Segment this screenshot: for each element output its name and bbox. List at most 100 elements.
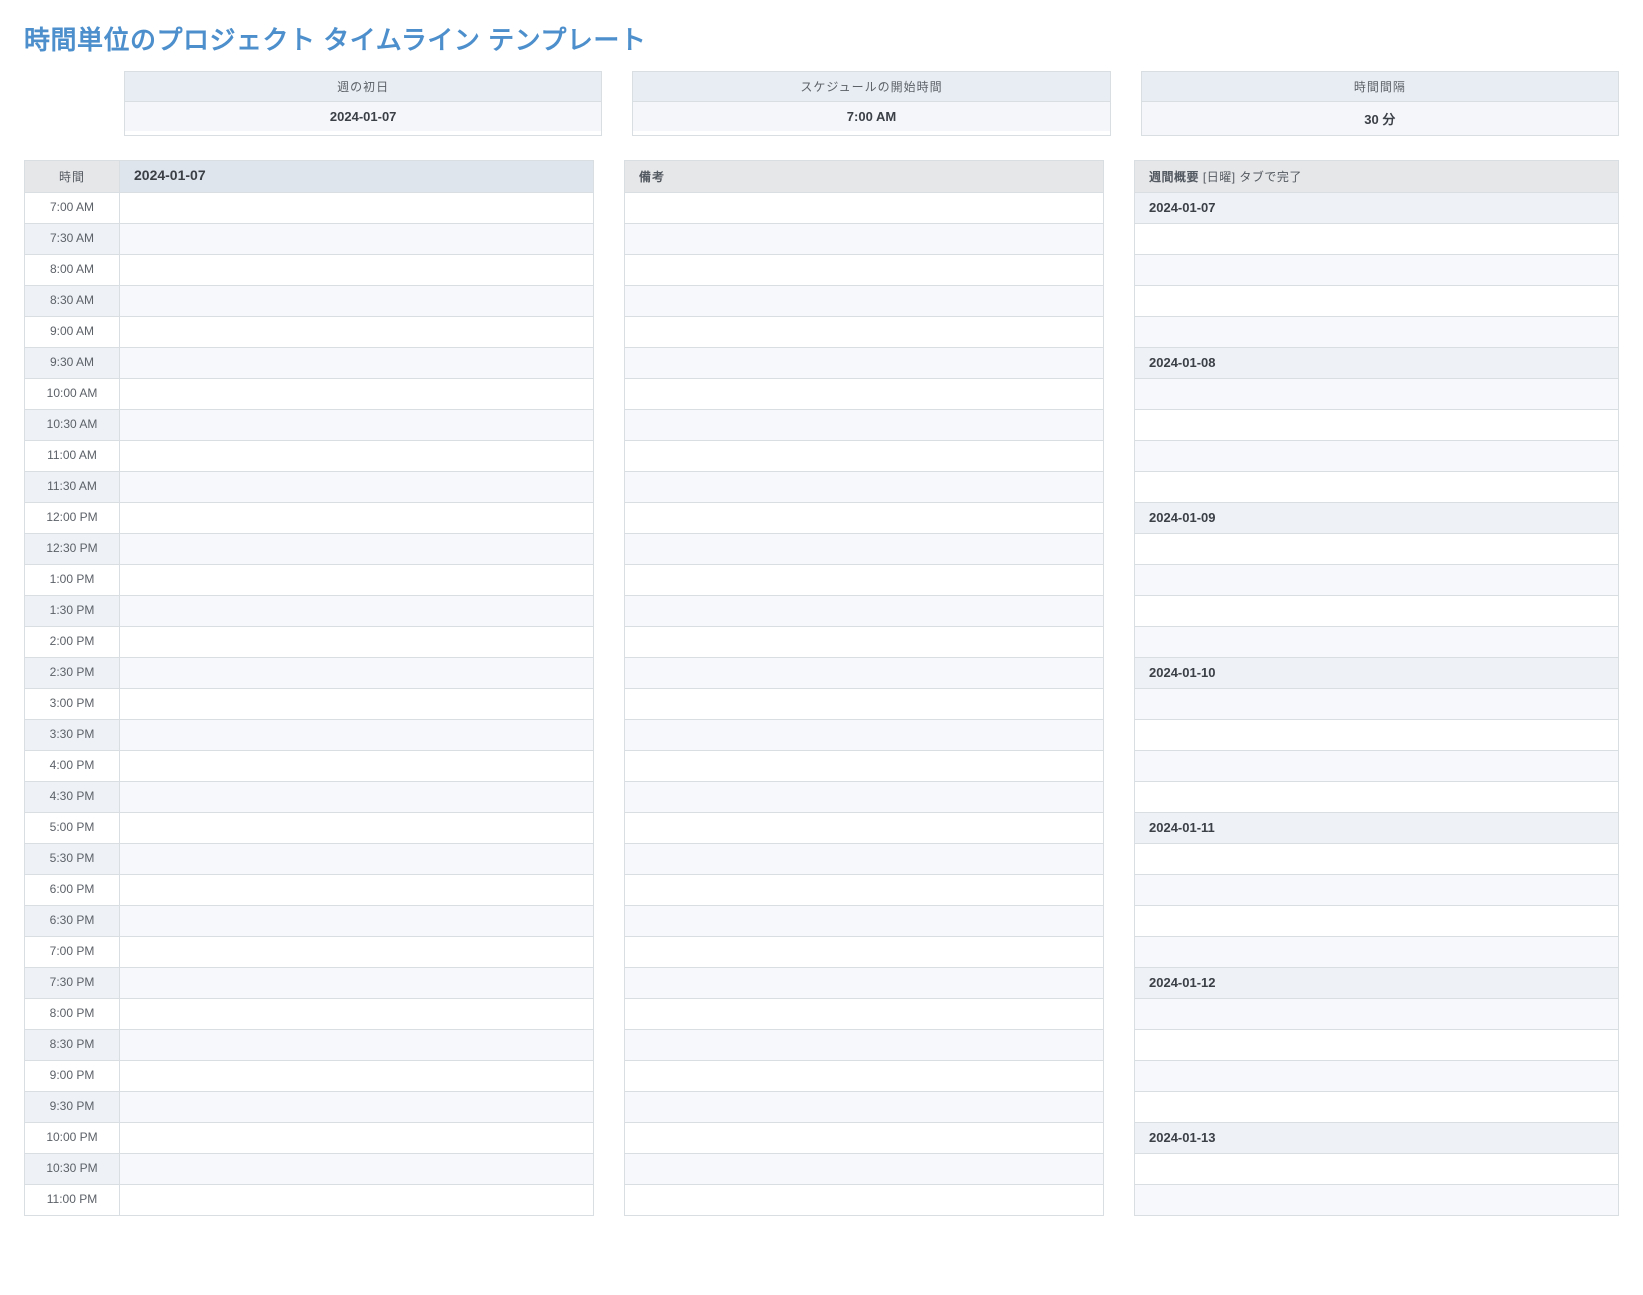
schedule-cell[interactable] [120, 1123, 593, 1154]
week-day-row[interactable] [1135, 844, 1618, 875]
schedule-cell[interactable] [120, 1185, 593, 1216]
notes-row[interactable] [625, 751, 1103, 782]
week-day-row[interactable] [1135, 224, 1618, 255]
week-day-row[interactable] [1135, 875, 1618, 906]
week-day-row[interactable] [1135, 565, 1618, 596]
schedule-cell[interactable] [120, 720, 593, 751]
schedule-cell[interactable] [120, 596, 593, 627]
schedule-cell[interactable] [120, 1154, 593, 1185]
notes-row[interactable] [625, 565, 1103, 596]
week-day-row[interactable] [1135, 1061, 1618, 1092]
week-day-row[interactable] [1135, 472, 1618, 503]
time-label: 7:30 PM [25, 968, 120, 999]
schedule-cell[interactable] [120, 658, 593, 689]
notes-row[interactable] [625, 224, 1103, 255]
notes-row[interactable] [625, 813, 1103, 844]
week-day-row[interactable] [1135, 286, 1618, 317]
week-day-row[interactable] [1135, 782, 1618, 813]
week-day-row[interactable] [1135, 410, 1618, 441]
schedule-cell[interactable] [120, 1061, 593, 1092]
notes-row[interactable] [625, 379, 1103, 410]
notes-row[interactable] [625, 658, 1103, 689]
week-day-header: 2024-01-12 [1135, 968, 1618, 999]
week-day-row[interactable] [1135, 627, 1618, 658]
schedule-cell[interactable] [120, 999, 593, 1030]
notes-row[interactable] [625, 689, 1103, 720]
time-label: 9:00 AM [25, 317, 120, 348]
week-day-row[interactable] [1135, 751, 1618, 782]
notes-row[interactable] [625, 968, 1103, 999]
notes-row[interactable] [625, 534, 1103, 565]
schedule-cell[interactable] [120, 286, 593, 317]
schedule-cell[interactable] [120, 224, 593, 255]
week-day-row[interactable] [1135, 441, 1618, 472]
schedule-cell[interactable] [120, 379, 593, 410]
schedule-cell[interactable] [120, 1092, 593, 1123]
week-day-row[interactable] [1135, 1185, 1618, 1216]
notes-row[interactable] [625, 1092, 1103, 1123]
notes-row[interactable] [625, 627, 1103, 658]
week-day-row[interactable] [1135, 534, 1618, 565]
week-day-header: 2024-01-08 [1135, 348, 1618, 379]
notes-row[interactable] [625, 906, 1103, 937]
week-day-row[interactable] [1135, 720, 1618, 751]
schedule-cell[interactable] [120, 906, 593, 937]
notes-row[interactable] [625, 317, 1103, 348]
schedule-cell[interactable] [120, 472, 593, 503]
notes-row[interactable] [625, 1185, 1103, 1216]
week-day-row[interactable] [1135, 999, 1618, 1030]
notes-row[interactable] [625, 937, 1103, 968]
notes-row[interactable] [625, 503, 1103, 534]
notes-row[interactable] [625, 875, 1103, 906]
week-day-row[interactable] [1135, 1030, 1618, 1061]
notes-row[interactable] [625, 1123, 1103, 1154]
table-row: 11:00 PM [25, 1185, 593, 1216]
notes-row[interactable] [625, 844, 1103, 875]
notes-row[interactable] [625, 255, 1103, 286]
schedule-cell[interactable] [120, 782, 593, 813]
schedule-cell[interactable] [120, 937, 593, 968]
schedule-cell[interactable] [120, 441, 593, 472]
week-day-row[interactable] [1135, 689, 1618, 720]
schedule-cell[interactable] [120, 1030, 593, 1061]
schedule-cell[interactable] [120, 255, 593, 286]
schedule-cell[interactable] [120, 503, 593, 534]
notes-row[interactable] [625, 286, 1103, 317]
schedule-cell[interactable] [120, 410, 593, 441]
time-label: 8:00 PM [25, 999, 120, 1030]
week-day-row[interactable] [1135, 937, 1618, 968]
schedule-cell[interactable] [120, 627, 593, 658]
schedule-cell[interactable] [120, 534, 593, 565]
notes-row[interactable] [625, 410, 1103, 441]
notes-row[interactable] [625, 1030, 1103, 1061]
week-day-row[interactable] [1135, 317, 1618, 348]
notes-row[interactable] [625, 441, 1103, 472]
week-day-row[interactable] [1135, 1092, 1618, 1123]
notes-row[interactable] [625, 720, 1103, 751]
schedule-cell[interactable] [120, 751, 593, 782]
schedule-cell[interactable] [120, 875, 593, 906]
notes-row[interactable] [625, 782, 1103, 813]
schedule-cell[interactable] [120, 317, 593, 348]
schedule-cell[interactable] [120, 348, 593, 379]
notes-row[interactable] [625, 348, 1103, 379]
schedule-cell[interactable] [120, 813, 593, 844]
week-day-row[interactable] [1135, 596, 1618, 627]
notes-row[interactable] [625, 1061, 1103, 1092]
week-day-row[interactable] [1135, 379, 1618, 410]
schedule-cell[interactable] [120, 844, 593, 875]
notes-row[interactable] [625, 193, 1103, 224]
notes-row[interactable] [625, 999, 1103, 1030]
notes-row[interactable] [625, 472, 1103, 503]
week-day-row[interactable] [1135, 1154, 1618, 1185]
schedule-cell[interactable] [120, 565, 593, 596]
notes-row[interactable] [625, 1154, 1103, 1185]
schedule-cell[interactable] [120, 689, 593, 720]
notes-row[interactable] [625, 596, 1103, 627]
week-day-header: 2024-01-13 [1135, 1123, 1618, 1154]
week-day-row[interactable] [1135, 906, 1618, 937]
schedule-cell[interactable] [120, 193, 593, 224]
week-day-row[interactable] [1135, 255, 1618, 286]
config-first-day-value: 2024-01-07 [125, 102, 601, 131]
schedule-cell[interactable] [120, 968, 593, 999]
